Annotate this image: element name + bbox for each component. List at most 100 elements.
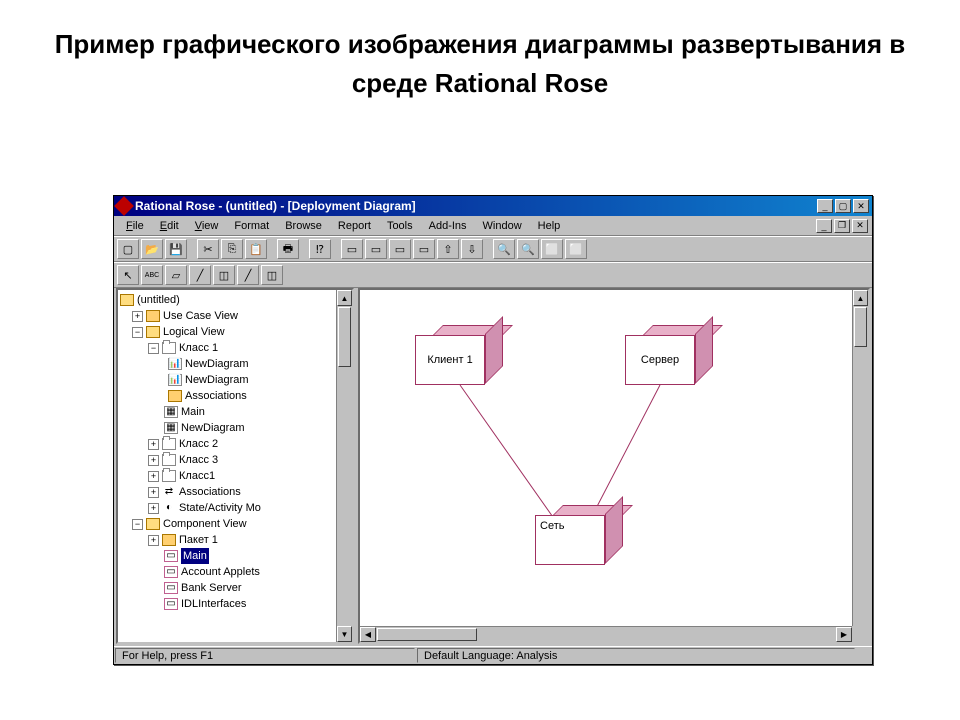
scroll-thumb[interactable] (338, 307, 351, 367)
collapse-icon[interactable]: − (148, 343, 159, 354)
connection-tool[interactable]: ╱ (237, 265, 259, 285)
tree-idl[interactable]: ▭ IDLInterfaces (120, 596, 352, 612)
tree-scrollbar[interactable]: ▲ ▼ (336, 290, 352, 642)
scroll-down-icon[interactable]: ▼ (337, 626, 352, 642)
scroll-right-icon[interactable]: ▶ (836, 627, 852, 642)
resize-grip[interactable] (856, 647, 872, 664)
menu-view[interactable]: View (187, 218, 227, 234)
device-tool[interactable]: ◫ (261, 265, 283, 285)
scroll-thumb[interactable] (854, 307, 867, 347)
tree-label: Класс 1 (179, 340, 218, 356)
browse-component-button[interactable]: ▭ (389, 239, 411, 259)
menu-help[interactable]: Help (530, 218, 569, 234)
tree-bank[interactable]: ▭ Bank Server (120, 580, 352, 596)
fit-window-button[interactable]: ⬜ (541, 239, 563, 259)
tree-root[interactable]: (untitled) (120, 292, 352, 308)
tree-label: Associations (179, 484, 241, 500)
status-language: Default Language: Analysis (417, 648, 855, 663)
zoom-out-button[interactable]: 🔍 (517, 239, 539, 259)
menu-edit[interactable]: Edit (152, 218, 187, 234)
tree-item[interactable]: ▦ NewDiagram (120, 420, 352, 436)
tree-paket1[interactable]: + Пакет 1 (120, 532, 352, 548)
collapse-icon[interactable]: − (132, 519, 143, 530)
tree-account[interactable]: ▭ Account Applets (120, 564, 352, 580)
component-icon: ▭ (164, 566, 178, 578)
tree-label: Bank Server (181, 580, 242, 596)
menu-report[interactable]: Report (330, 218, 379, 234)
browse-class-button[interactable]: ▭ (341, 239, 363, 259)
tree-label: Класс 2 (179, 436, 218, 452)
collapse-icon[interactable]: − (132, 327, 143, 338)
browse-usecase-button[interactable]: ▭ (365, 239, 387, 259)
tree-class1[interactable]: − Класс 1 (120, 340, 352, 356)
expand-icon[interactable]: + (148, 503, 159, 514)
note-tool[interactable]: ▱ (165, 265, 187, 285)
text-tool[interactable]: ABC (141, 265, 163, 285)
paste-button[interactable]: 📋 (245, 239, 267, 259)
tree-item[interactable]: 📊 NewDiagram (120, 372, 352, 388)
tree-class1b[interactable]: + Класс1 (120, 468, 352, 484)
tree-item[interactable]: Associations (120, 388, 352, 404)
context-help-button[interactable]: ⁉ (309, 239, 331, 259)
diagram-canvas[interactable]: Клиент 1 Сервер Сеть ▲ (358, 288, 870, 644)
tree-label: State/Activity Mo (179, 500, 261, 516)
expand-icon[interactable]: + (132, 311, 143, 322)
node-label: Сервер (641, 354, 679, 366)
tree-item[interactable]: ▦ Main (120, 404, 352, 420)
titlebar[interactable]: Rational Rose - (untitled) - [Deployment… (114, 196, 872, 216)
scroll-thumb[interactable] (377, 628, 477, 641)
save-button[interactable]: 💾 (165, 239, 187, 259)
tree-item[interactable]: 📊 NewDiagram (120, 356, 352, 372)
diagram-icon: ▦ (164, 406, 178, 418)
menu-window[interactable]: Window (475, 218, 530, 234)
scroll-up-icon[interactable]: ▲ (853, 290, 868, 306)
minimize-button[interactable]: _ (817, 199, 833, 213)
expand-icon[interactable]: + (148, 455, 159, 466)
expand-icon[interactable]: + (148, 487, 159, 498)
tree-class2[interactable]: + Класс 2 (120, 436, 352, 452)
mdi-close-button[interactable]: ✕ (852, 219, 868, 233)
menu-browse[interactable]: Browse (277, 218, 330, 234)
cut-button[interactable]: ✂ (197, 239, 219, 259)
mdi-restore-button[interactable]: ❐ (834, 219, 850, 233)
expand-icon[interactable]: + (148, 471, 159, 482)
pointer-tool[interactable]: ↖ (117, 265, 139, 285)
maximize-button[interactable]: ▢ (835, 199, 851, 213)
tree-label: Пакет 1 (179, 532, 218, 548)
browse-deployment-button[interactable]: ▭ (413, 239, 435, 259)
tree-label: NewDiagram (185, 356, 249, 372)
tree-usecase-view[interactable]: + Use Case View (120, 308, 352, 324)
anchor-tool[interactable]: ╱ (189, 265, 211, 285)
processor-tool[interactable]: ◫ (213, 265, 235, 285)
menu-file[interactable]: File (118, 218, 152, 234)
scroll-up-icon[interactable]: ▲ (337, 290, 352, 306)
expand-icon[interactable]: + (148, 535, 159, 546)
open-button[interactable]: 📂 (141, 239, 163, 259)
scroll-left-icon[interactable]: ◀ (360, 627, 376, 642)
tree-main2[interactable]: ▭ Main (120, 548, 352, 564)
canvas-v-scrollbar[interactable]: ▲ ▼ (852, 290, 868, 642)
menu-format[interactable]: Format (226, 218, 277, 234)
tree-assoc2[interactable]: + ⇄ Associations (120, 484, 352, 500)
menu-tools[interactable]: Tools (379, 218, 421, 234)
scroll-corner (852, 626, 868, 642)
tree-class3[interactable]: + Класс 3 (120, 452, 352, 468)
browse-prev-button[interactable]: ⇩ (461, 239, 483, 259)
browse-parent-button[interactable]: ⇧ (437, 239, 459, 259)
mdi-minimize-button[interactable]: _ (816, 219, 832, 233)
close-button[interactable]: ✕ (853, 199, 869, 213)
copy-button[interactable]: ⎘ (221, 239, 243, 259)
zoom-in-button[interactable]: 🔍 (493, 239, 515, 259)
tree-label: Use Case View (163, 308, 238, 324)
component-icon: ▭ (164, 550, 178, 562)
print-button[interactable]: 🖶 (277, 239, 299, 259)
class-icon (162, 454, 176, 466)
expand-icon[interactable]: + (148, 439, 159, 450)
new-button[interactable]: ▢ (117, 239, 139, 259)
canvas-h-scrollbar[interactable]: ◀ ▶ (360, 626, 852, 642)
tree-component-view[interactable]: − Component View (120, 516, 352, 532)
undo-fit-button[interactable]: ⬜ (565, 239, 587, 259)
tree-logical-view[interactable]: − Logical View (120, 324, 352, 340)
menu-addins[interactable]: Add-Ins (421, 218, 475, 234)
tree-stateact[interactable]: + ◐ State/Activity Mo (120, 500, 352, 516)
